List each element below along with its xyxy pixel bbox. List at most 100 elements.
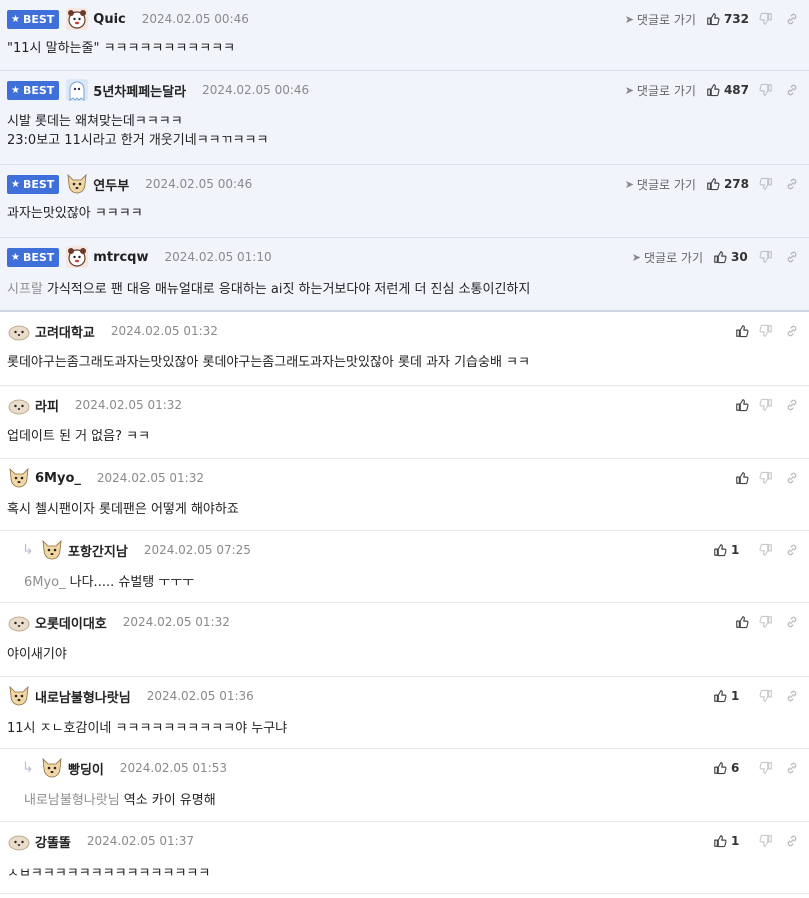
avatar[interactable]: [7, 829, 31, 853]
dislike-button[interactable]: [759, 471, 773, 485]
like-button[interactable]: 278: [706, 177, 749, 191]
reply-mention[interactable]: 6Myo_: [24, 575, 66, 590]
comment-line: "11시 말하는줄" ㅋㅋㅋㅋㅋㅋㅋㅋㅋㅋㅋ: [7, 39, 235, 58]
like-count: 278: [723, 177, 749, 191]
share-link-button[interactable]: [785, 834, 799, 848]
comment-date: 2024.02.05 01:32: [96, 471, 204, 485]
share-link-button[interactable]: [785, 12, 799, 26]
comment-body: 과자는맛있잖아 ㅋㅋㅋㅋ: [7, 204, 143, 223]
go-to-reply-link[interactable]: ➤ 댓글로 가기: [625, 11, 696, 28]
like-button[interactable]: [735, 615, 749, 629]
like-button[interactable]: [735, 324, 749, 338]
comment-author[interactable]: 오롯데이대호: [35, 613, 107, 632]
dislike-button[interactable]: [759, 83, 773, 97]
avatar[interactable]: [7, 393, 31, 417]
avatar[interactable]: [7, 466, 31, 490]
share-link-button[interactable]: [785, 83, 799, 97]
dislike-button[interactable]: [759, 834, 773, 848]
best-badge: ★ BEST: [7, 9, 60, 29]
link-icon: [785, 83, 799, 97]
share-link-button[interactable]: [785, 543, 799, 557]
thumbs-down-icon: [759, 615, 773, 629]
go-to-reply-link[interactable]: ➤ 댓글로 가기: [632, 249, 703, 266]
best-badge: ★ BEST: [7, 174, 60, 194]
share-link-button[interactable]: [785, 324, 799, 338]
avatar[interactable]: [7, 684, 31, 708]
comment-author[interactable]: 6Myo_: [35, 471, 81, 486]
comment: 6Myo_ 2024.02.05 01:32 혹시 첼시팬이자 롯데팬은 어떻게 해…: [0, 459, 809, 531]
comment-text: 시발 롯데는 왜쳐맞는데ㅋㅋㅋㅋ: [7, 114, 183, 129]
dislike-button[interactable]: [759, 324, 773, 338]
comment-author[interactable]: 빵딩이: [68, 759, 104, 778]
go-to-reply-link[interactable]: ➤ 댓글로 가기: [625, 82, 696, 99]
best-badge: ★ BEST: [7, 247, 60, 267]
thumbs-up-icon: [735, 471, 749, 485]
comment-author[interactable]: 포항간지남: [68, 541, 128, 560]
share-link-button[interactable]: [785, 471, 799, 485]
share-link-button[interactable]: [785, 398, 799, 412]
go-to-reply-label: 댓글로 가기: [636, 12, 696, 27]
comment-actions: 1: [713, 531, 799, 569]
thumbs-down-icon: [759, 324, 773, 338]
comment-text: 혹시 첼시팬이자 롯데팬은 어떻게 해야하죠: [7, 502, 239, 517]
paper-plane-icon: ➤: [624, 83, 634, 97]
comment-author[interactable]: Quic: [93, 12, 125, 27]
thumbs-down-icon: [759, 177, 773, 191]
like-button[interactable]: 1: [713, 689, 749, 703]
dislike-button[interactable]: [759, 543, 773, 557]
avatar[interactable]: [7, 319, 31, 343]
comment-author[interactable]: 연두부: [93, 175, 129, 194]
avatar[interactable]: [7, 610, 31, 634]
comment-author[interactable]: 내로남불형나랏님: [35, 687, 131, 706]
comment-text: 역소 카이 유명해: [123, 793, 216, 808]
reply-comment: ↳ 포항간지남 2024.02.05 07:25 1 6Myo_ 나다..... 슈벌탱 …: [0, 531, 809, 603]
avatar[interactable]: [65, 78, 89, 102]
comment-date: 2024.02.05 01:53: [119, 761, 227, 775]
like-button[interactable]: 1: [713, 834, 749, 848]
like-button[interactable]: 6: [713, 761, 749, 775]
like-button[interactable]: 30: [713, 250, 749, 264]
link-icon: [785, 834, 799, 848]
comment-body: ㅅㅂㅋㅋㅋㅋㅋㅋㅋㅋㅋㅋㅋㅋㅋㅋㅋ: [7, 864, 210, 883]
link-icon: [785, 177, 799, 191]
share-link-button[interactable]: [785, 177, 799, 191]
like-button[interactable]: 1: [713, 543, 749, 557]
link-icon: [785, 471, 799, 485]
dislike-button[interactable]: [759, 177, 773, 191]
dislike-button[interactable]: [759, 398, 773, 412]
comment-author[interactable]: 고려대학교: [35, 322, 95, 341]
share-link-button[interactable]: [785, 761, 799, 775]
dislike-button[interactable]: [759, 689, 773, 703]
comment-author[interactable]: 강똘똘: [35, 832, 71, 851]
avatar[interactable]: [65, 245, 89, 269]
share-link-button[interactable]: [785, 250, 799, 264]
avatar[interactable]: [40, 756, 64, 780]
avatar[interactable]: [65, 7, 89, 31]
paper-plane-icon: ➤: [624, 12, 634, 26]
avatar[interactable]: [40, 538, 64, 562]
dislike-button[interactable]: [759, 761, 773, 775]
dislike-button[interactable]: [759, 615, 773, 629]
share-link-button[interactable]: [785, 689, 799, 703]
comment-line: 업데이트 된 거 없음? ㅋㅋ: [7, 427, 150, 446]
comment-date: 2024.02.05 01:32: [110, 324, 218, 338]
reply-arrow-icon: ↳: [22, 542, 34, 558]
comment-author[interactable]: mtrcqw: [93, 250, 148, 265]
like-button[interactable]: 487: [706, 83, 749, 97]
dislike-button[interactable]: [759, 250, 773, 264]
dislike-button[interactable]: [759, 12, 773, 26]
link-icon: [785, 12, 799, 26]
comment: 강똘똘 2024.02.05 01:37 1 ㅅㅂㅋㅋㅋㅋㅋㅋㅋㅋㅋㅋㅋㅋㅋㅋㅋ: [0, 822, 809, 894]
like-count: 1: [731, 689, 740, 703]
go-to-reply-link[interactable]: ➤ 댓글로 가기: [625, 176, 696, 193]
like-button[interactable]: [735, 398, 749, 412]
reply-arrow-icon: ↳: [22, 760, 34, 776]
like-button[interactable]: 732: [706, 12, 749, 26]
share-link-button[interactable]: [785, 615, 799, 629]
reply-mention[interactable]: 내로남불형나랏님: [24, 793, 120, 808]
comment-author[interactable]: 5년차페페는달라: [93, 81, 186, 100]
reply-mention[interactable]: 시프랄: [7, 282, 43, 297]
avatar[interactable]: [65, 172, 89, 196]
like-button[interactable]: [735, 471, 749, 485]
comment-author[interactable]: 라피: [35, 396, 59, 415]
